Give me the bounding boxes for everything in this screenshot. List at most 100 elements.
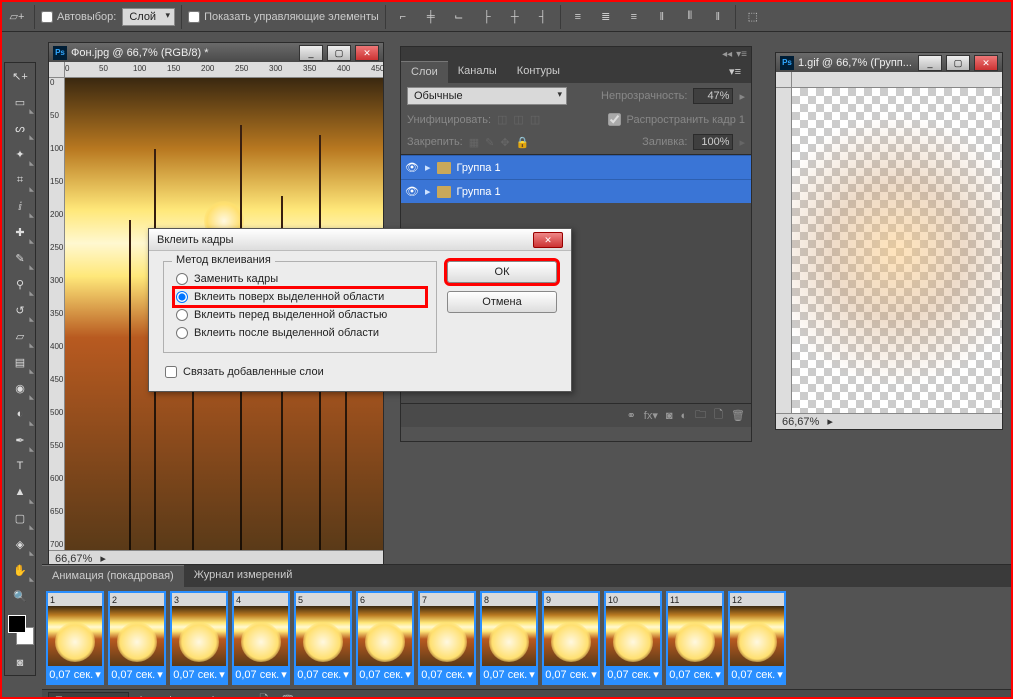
crop-tool-icon[interactable]: ⌗ (5, 167, 35, 193)
adjustment-layer-icon[interactable]: ◐ (681, 410, 688, 422)
quick-select-tool-icon[interactable]: ✦ (5, 141, 35, 167)
doc1-zoom[interactable]: 66,67% (55, 553, 92, 565)
eraser-tool-icon[interactable]: ▱ (5, 323, 35, 349)
chevron-down-icon[interactable]: ▸ (739, 136, 745, 149)
autoselect-dropdown[interactable]: Слой (122, 8, 175, 26)
maximize-button[interactable]: ▢ (946, 55, 970, 71)
hand-tool-icon[interactable]: ✋ (5, 557, 35, 583)
frame-delay[interactable]: 0,07 сек.▾ (545, 666, 596, 683)
frame-delay[interactable]: 0,07 сек.▾ (669, 666, 720, 683)
doc2-titlebar[interactable]: Ps 1.gif @ 66,7% (Групп... _ ▢ ✕ (776, 53, 1002, 72)
doc2-zoom[interactable]: 66,67% (782, 416, 819, 428)
frame[interactable]: 10,07 сек.▾ (46, 591, 104, 685)
radio-paste-over[interactable]: Вклеить поверх выделенной области (174, 288, 426, 306)
ruler-horizontal[interactable] (792, 72, 1002, 88)
prev-frame-button[interactable]: ◂| (159, 693, 177, 699)
frame-delay[interactable]: 0,07 сек.▾ (359, 666, 410, 683)
stamp-tool-icon[interactable]: ⚲ (5, 271, 35, 297)
frame[interactable]: 60,07 сек.▾ (356, 591, 414, 685)
collapse-icon[interactable]: ◂◂ (722, 49, 732, 60)
maximize-button[interactable]: ▢ (327, 45, 351, 61)
unify-visibility-icon[interactable]: ◫ (513, 113, 523, 126)
radio-paste-after[interactable]: Вклеить после выделенной области (174, 324, 426, 342)
doc2-canvas[interactable] (792, 88, 1002, 413)
new-group-icon[interactable]: 🗀 (695, 406, 706, 425)
tab-paths[interactable]: Контуры (507, 61, 570, 83)
lock-transparent-icon[interactable]: ▦ (469, 136, 479, 149)
close-button[interactable]: ✕ (974, 55, 998, 71)
frame-delay[interactable]: 0,07 сек.▾ (173, 666, 224, 683)
distribute-bottom-icon[interactable]: ≡ (623, 6, 645, 28)
delete-layer-icon[interactable]: 🗑 (731, 409, 745, 422)
frame-delay[interactable]: 0,07 сек.▾ (483, 666, 534, 683)
tab-layers[interactable]: Слои (401, 61, 448, 83)
zoom-tool-icon[interactable]: 🔍 (5, 583, 35, 609)
radio-replace[interactable]: Заменить кадры (174, 270, 426, 288)
tab-measurement-log[interactable]: Журнал измерений (184, 565, 303, 587)
auto-align-icon[interactable]: ⬚ (742, 6, 764, 28)
gradient-tool-icon[interactable]: ▤ (5, 349, 35, 375)
autoselect-checkbox[interactable]: Автовыбор: (41, 11, 116, 23)
lock-position-icon[interactable]: ✥ (500, 136, 509, 149)
align-top-icon[interactable]: ⌐ (392, 6, 414, 28)
lock-all-icon[interactable]: 🔒 (516, 136, 530, 149)
delete-frame-button[interactable]: 🗑 (279, 693, 297, 699)
distribute-left-icon[interactable]: ‖ (651, 6, 673, 28)
frame[interactable]: 120,07 сек.▾ (728, 591, 786, 685)
unify-position-icon[interactable]: ◫ (497, 113, 507, 126)
frame[interactable]: 40,07 сек.▾ (232, 591, 290, 685)
shape-tool-icon[interactable]: ▢ (5, 505, 35, 531)
frame-delay[interactable]: 0,07 сек.▾ (49, 666, 100, 683)
3d-tool-icon[interactable]: ◈ (5, 531, 35, 557)
distribute-hcenter-icon[interactable]: ⦀ (679, 6, 701, 28)
chevron-down-icon[interactable]: ▸ (739, 90, 745, 103)
frame-delay[interactable]: 0,07 сек.▾ (111, 666, 162, 683)
frame[interactable]: 50,07 сек.▾ (294, 591, 352, 685)
align-hcenter-icon[interactable]: ┼ (504, 6, 526, 28)
panel-drag-bar[interactable]: ◂◂ ▾≡ (401, 47, 751, 61)
panel-menu-icon[interactable]: ▾≡ (719, 61, 751, 83)
quick-mask-icon[interactable]: ◙ (5, 651, 35, 675)
move-tool-preset-icon[interactable]: ▱+ (6, 6, 28, 28)
frame-delay[interactable]: 0,07 сек.▾ (235, 666, 286, 683)
frame[interactable]: 20,07 сек.▾ (108, 591, 166, 685)
blur-tool-icon[interactable]: ◉ (5, 375, 35, 401)
dialog-close-button[interactable]: ✕ (533, 232, 563, 248)
layer-name[interactable]: Группа 1 (457, 186, 501, 198)
visibility-icon[interactable]: 👁 (405, 161, 419, 175)
distribute-vcenter-icon[interactable]: ≣ (595, 6, 617, 28)
ruler-vertical[interactable]: 0501001502002503003504004505005506006507… (49, 78, 65, 550)
new-frame-button[interactable]: 🗋 (255, 693, 273, 699)
loop-mode-dropdown[interactable]: Постоянно (48, 692, 129, 699)
eyedropper-tool-icon[interactable]: ⅈ (5, 193, 35, 219)
frame[interactable]: 100,07 сек.▾ (604, 591, 662, 685)
frame[interactable]: 30,07 сек.▾ (170, 591, 228, 685)
show-controls-checkbox[interactable]: Показать управляющие элементы (188, 11, 379, 23)
panel-menu-icon[interactable]: ▾≡ (736, 49, 747, 60)
path-select-tool-icon[interactable]: ▲ (5, 479, 35, 505)
frame[interactable]: 110,07 сек.▾ (666, 591, 724, 685)
layer-style-icon[interactable]: fx▾ (644, 409, 658, 422)
link-added-layers-checkbox[interactable]: Связать добавленные слои (163, 363, 437, 381)
unify-style-icon[interactable]: ◫ (530, 113, 540, 126)
expand-icon[interactable]: ▸ (425, 185, 431, 198)
next-frame-button[interactable]: |▸ (207, 693, 225, 699)
dodge-tool-icon[interactable]: ◐ (5, 401, 35, 427)
align-left-icon[interactable]: ├ (476, 6, 498, 28)
ruler-vertical[interactable] (776, 88, 792, 413)
layer-name[interactable]: Группа 1 (457, 162, 501, 174)
tab-channels[interactable]: Каналы (448, 61, 507, 83)
first-frame-button[interactable]: |◂ (135, 693, 153, 699)
frame-delay[interactable]: 0,07 сек.▾ (297, 666, 348, 683)
new-layer-icon[interactable]: 🗋 (714, 406, 723, 425)
close-button[interactable]: ✕ (355, 45, 379, 61)
doc-info-icon[interactable]: ▸ (827, 415, 833, 428)
frame-delay[interactable]: 0,07 сек.▾ (607, 666, 658, 683)
tab-animation[interactable]: Анимация (покадровая) (42, 565, 184, 587)
history-brush-tool-icon[interactable]: ↺ (5, 297, 35, 323)
pen-tool-icon[interactable]: ✒ (5, 427, 35, 453)
align-right-icon[interactable]: ┤ (532, 6, 554, 28)
frame-delay[interactable]: 0,07 сек.▾ (731, 666, 782, 683)
distribute-right-icon[interactable]: ‖ (707, 6, 729, 28)
tween-button[interactable]: ⋯ (231, 693, 249, 699)
